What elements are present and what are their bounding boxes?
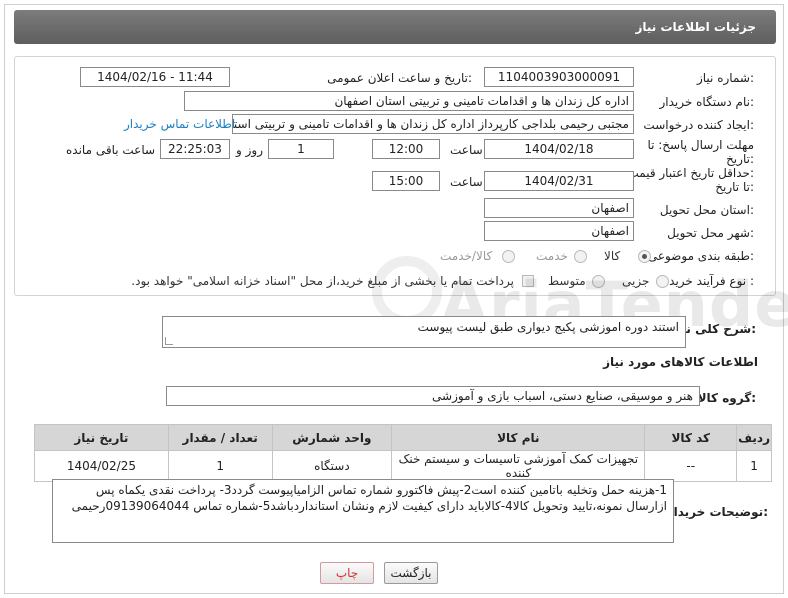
buyer-field[interactable]: اداره کل زندان ها و اقدامات تامینی و ترب… [184,91,634,111]
description-textarea[interactable]: استند دوره اموزشی پکیج دیواری طبق لیست پ… [162,316,686,348]
process-option-medium: متوسط [548,274,586,288]
cell-date: 1404/02/25 [34,450,169,482]
deadline-time-label: ساعت [450,143,483,157]
description-text: استند دوره اموزشی پکیج دیواری طبق لیست پ… [417,320,679,334]
days-remaining-field[interactable]: 1 [268,139,334,159]
cell-row: 1 [736,450,772,482]
col-row: ردیف [736,424,772,451]
cell-code: -- [644,450,738,482]
province-field[interactable]: اصفهان [484,198,634,218]
time-remaining-field[interactable]: 22:25:03 [160,139,230,159]
items-table: ردیف کد کالا نام کالا واحد شمارش تعداد /… [34,424,772,482]
validity-label-line1: حداقل تاریخ اعتبار قیمت: [627,166,754,180]
validity-label-line2: تا تاریخ: [715,180,754,194]
need-number-field[interactable]: 1104003903000091 [484,67,634,87]
buyer-notes-text: 1-هزینه حمل وتخلیه باتامین کننده است2-پی… [71,483,667,513]
creator-field[interactable]: مجتبی رحیمی بلداجی کارپرداز اداره کل زند… [232,114,634,134]
validity-time-label: ساعت [450,175,483,189]
days-label: روز و [236,143,263,157]
col-unit: واحد شمارش [271,424,393,451]
col-date: تاریخ نیاز [34,424,169,451]
goods-section-title: اطلاعات کالاهای مورد نیاز [603,355,758,369]
treasury-checkbox[interactable] [522,275,534,287]
category-radio-goods[interactable] [638,250,651,263]
items-table-header: ردیف کد کالا نام کالا واحد شمارش تعداد /… [34,424,772,451]
cell-name: تجهیزات کمک آموزشی تاسیسات و سیستم خنک ک… [391,450,646,482]
col-name: نام کالا [391,424,646,451]
process-radio-minor[interactable] [656,275,669,288]
process-label: نوع فرآیند خرید : [669,274,754,288]
back-button[interactable]: بازگشت [384,562,438,584]
deadline-label-line1: مهلت ارسال پاسخ: تا [647,138,754,152]
buyer-label: نام دستگاه خریدار: [659,95,755,109]
treasury-note: پرداخت تمام یا بخشی از مبلغ خرید،از محل … [131,274,514,288]
need-number-label: شماره نیاز: [696,71,754,85]
category-label: طبقه بندی موضوعی: [647,249,754,263]
process-radio-medium[interactable] [592,275,605,288]
category-option-goods: کالا [604,249,621,263]
validity-date-field[interactable]: 1404/02/31 [484,171,634,191]
province-label: استان محل تحویل: [659,203,754,217]
resize-grip-icon[interactable] [165,337,173,345]
deadline-label-line2: تاریخ: [726,152,754,166]
category-radio-service[interactable] [574,250,587,263]
deadline-time-field[interactable]: 12:00 [372,139,440,159]
print-button[interactable]: چاپ [320,562,374,584]
page-title: جزئیات اطلاعات نیاز [635,20,756,34]
goods-group-field[interactable]: هنر و موسیقی، صنایع دستی، اسباب بازی و آ… [166,386,700,406]
buyer-notes-label: توضیحات خریدار: [666,505,768,519]
city-field[interactable]: اصفهان [484,221,634,241]
creator-label: ایجاد کننده درخواست: [643,118,754,132]
category-radio-goods-service[interactable] [502,250,515,263]
buyer-notes-textarea[interactable]: 1-هزینه حمل وتخلیه باتامین کننده است2-پی… [52,479,674,543]
cell-unit: دستگاه [271,450,393,482]
process-option-minor: جزیی [622,274,650,288]
time-remaining-label: ساعت باقی مانده [66,143,156,157]
announce-label: تاریخ و ساعت اعلان عمومی: [327,71,472,85]
city-label: شهر محل تحویل: [667,226,754,240]
col-qty: تعداد / مقدار [167,424,273,451]
announce-field[interactable]: 1404/02/16 - 11:44 [80,67,230,87]
category-option-service: خدمت [536,249,568,263]
validity-time-field[interactable]: 15:00 [372,171,440,191]
col-code: کد کالا [644,424,738,451]
category-option-goods-service: کالا/خدمت [440,249,493,263]
cell-qty: 1 [167,450,273,482]
page-header: جزئیات اطلاعات نیاز [14,10,776,44]
table-row[interactable]: 1 -- تجهیزات کمک آموزشی تاسیسات و سیستم … [34,450,772,482]
goods-group-label: گروه کالا: [697,391,756,405]
buyer-contact-link[interactable]: اطلاعات تماس خریدار [124,117,235,131]
deadline-date-field[interactable]: 1404/02/18 [484,139,634,159]
